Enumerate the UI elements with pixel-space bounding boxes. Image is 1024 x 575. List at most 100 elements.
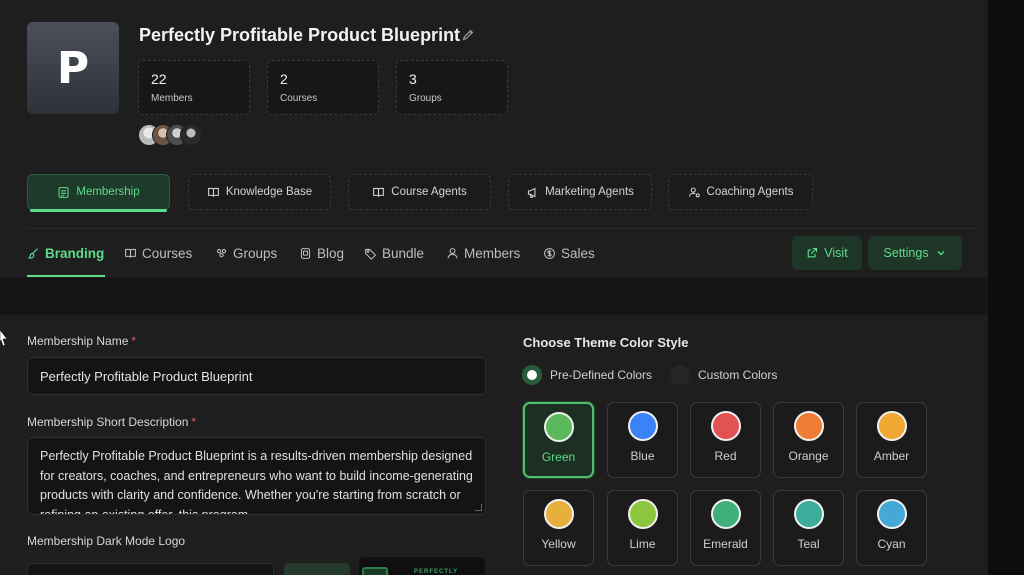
color-swatch-label: Red [714,449,737,463]
radio-dot [670,365,690,385]
users-icon [216,248,227,257]
radio-label: Custom Colors [698,368,778,382]
book-open-icon [207,187,219,197]
membership-description-label: Membership Short Description * [27,415,196,429]
pill-label: Course Agents [391,186,467,198]
tab-label: Members [464,245,521,261]
membership-name-label: Membership Name * [27,334,136,348]
color-swatch-green[interactable]: Green [523,402,594,478]
tab-label: Sales [561,245,595,261]
logo-preview-text: PERFECTLY [414,569,459,575]
color-swatch-label: Amber [873,449,910,463]
color-swatch-label: Orange [788,449,829,463]
dollar-circle-icon [544,247,555,259]
color-swatch-label: Teal [797,537,820,551]
tab-bundle[interactable]: Bundle [364,244,424,262]
pill-label: Marketing Agents [545,186,634,198]
stat-groups: 3 Groups [396,60,508,115]
logo-upload-button[interactable] [284,563,350,575]
pill-membership[interactable]: Membership [27,174,170,212]
divider [27,228,977,229]
stat-value: 3 [409,71,417,87]
logo-letter: P [56,42,90,94]
color-swatch-red[interactable]: Red [690,402,761,478]
paintbrush-icon [28,247,38,259]
pill-course-agents[interactable]: Course Agents [348,174,491,210]
tab-label: Blog [317,245,345,261]
color-swatch-teal[interactable]: Teal [773,490,844,566]
chevron-down-icon [937,251,945,256]
pill-coaching-agents[interactable]: Coaching Agents [668,174,813,210]
id-card-icon [58,186,69,198]
tab-sales[interactable]: Sales [543,244,595,262]
tab-courses[interactable]: Courses [124,244,192,262]
stat-members: 22 Members [138,60,250,115]
radio-label: Pre-Defined Colors [550,368,653,382]
book-open-icon [373,187,385,197]
color-circle [710,411,741,441]
color-circle [627,499,658,529]
tab-branding[interactable]: Branding [27,244,104,262]
stat-label: Members [151,93,193,104]
color-swatch-label: Cyan [877,537,906,551]
member-avatars[interactable] [138,124,208,148]
settings-label: Settings [883,246,929,260]
user-icon [447,247,458,258]
tab-members[interactable]: Members [446,244,520,262]
color-swatch-amber[interactable]: Amber [856,402,927,478]
radio-predefined-colors[interactable]: Pre-Defined Colors [522,365,652,385]
stat-label: Groups [409,93,442,104]
tag-icon [365,248,377,260]
color-swatch-lime[interactable]: Lime [607,490,678,566]
tab-label: Courses [142,245,193,261]
user-gear-icon [688,187,700,197]
stat-value: 2 [280,71,288,87]
tab-blog[interactable]: Blog [299,244,344,262]
window-edge [988,0,1024,575]
book-open-icon [125,248,136,258]
tab-label: Groups [233,245,278,261]
color-swatch-emerald[interactable]: Emerald [690,490,761,566]
pill-label: Membership [76,186,140,198]
color-swatch-label: Yellow [541,537,576,551]
input-value: Perfectly Profitable Product Blueprint [40,368,253,384]
membership-description-textarea[interactable]: Perfectly Profitable Product Blueprint i… [27,437,486,515]
color-swatch-orange[interactable]: Orange [773,402,844,478]
required-mark: * [191,415,197,429]
membership-name-input[interactable]: Perfectly Profitable Product Blueprint [27,357,486,395]
pill-label: Coaching Agents [706,186,794,198]
color-circle [710,499,741,529]
color-swatch-yellow[interactable]: Yellow [523,490,594,566]
external-link-icon [807,247,818,258]
section-gap [0,278,988,315]
color-swatch-cyan[interactable]: Cyan [856,490,927,566]
megaphone-icon [527,187,536,198]
dark-mode-logo-label: Membership Dark Mode Logo [27,534,186,548]
membership-title: Perfectly Profitable Product Blueprint [139,25,461,45]
color-swatch-label: Green [541,450,576,464]
pill-knowledge-base[interactable]: Knowledge Base [188,174,331,210]
tab-label: Bundle [382,245,425,261]
color-circle [627,411,658,441]
pill-marketing-agents[interactable]: Marketing Agents [508,174,652,210]
color-swatch-label: Blue [630,449,655,463]
active-tab-indicator [27,275,105,277]
label-text: Membership Name [27,334,129,348]
radio-custom-colors[interactable]: Custom Colors [670,365,777,385]
required-mark: * [131,334,137,348]
pencil-icon[interactable] [461,28,475,42]
tab-groups[interactable]: Groups [215,244,277,262]
logo-file-input[interactable] [27,563,274,575]
avatar [180,124,202,146]
label-text: Membership Short Description [27,415,189,429]
color-circle [793,499,824,529]
color-circle [876,499,907,529]
color-circle [793,411,824,441]
color-swatch-blue[interactable]: Blue [607,402,678,478]
visit-button[interactable]: Visit [792,236,862,270]
color-circle [543,412,574,442]
resize-handle[interactable] [475,504,482,511]
color-circle [876,411,907,441]
settings-button[interactable]: Settings [868,236,962,270]
stat-courses: 2 Courses [267,60,379,115]
